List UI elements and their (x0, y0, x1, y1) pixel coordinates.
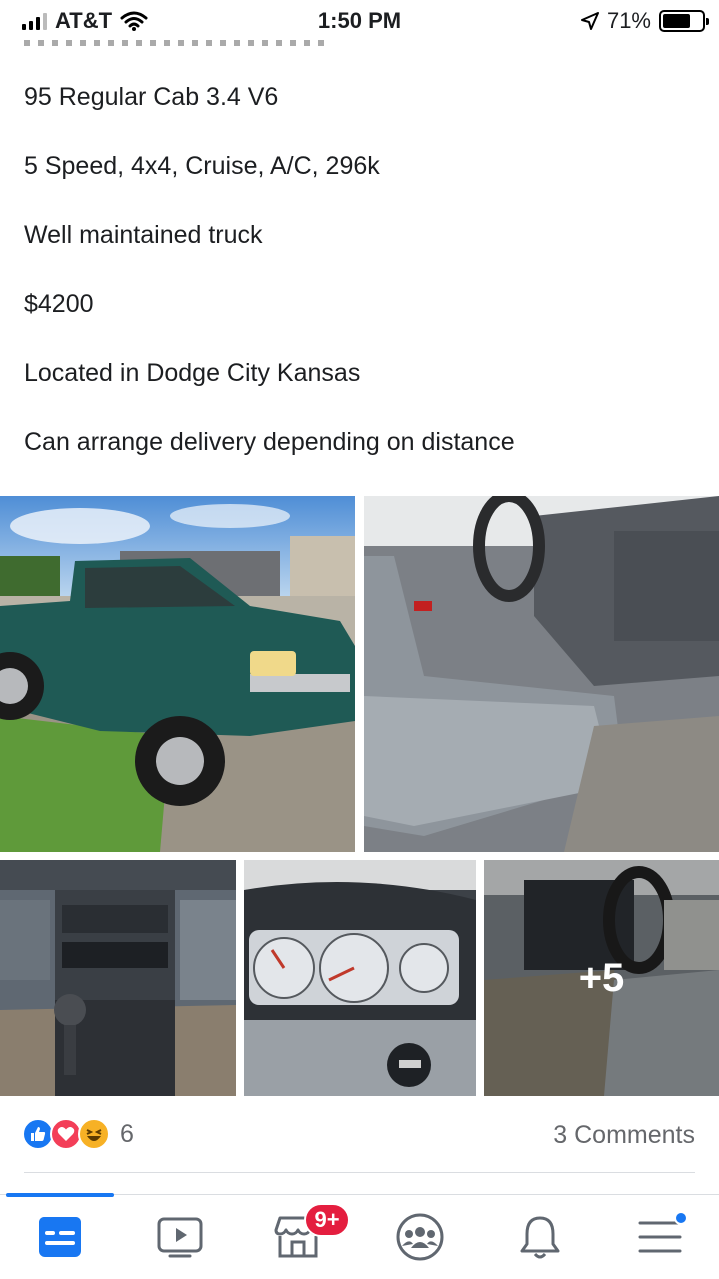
menu-notification-dot (674, 1211, 688, 1225)
photo-truck-exterior[interactable] (0, 496, 355, 852)
photo-interior-seat[interactable] (364, 496, 719, 852)
tab-groups[interactable] (390, 1211, 450, 1263)
tab-news-feed[interactable] (30, 1211, 90, 1263)
post-line: Well maintained truck (24, 221, 263, 249)
post-line: 5 Speed, 4x4, Cruise, A/C, 296k (24, 152, 380, 180)
status-bar: AT&T 1:50 PM 71% (0, 0, 719, 40)
photo-instrument-cluster[interactable] (244, 860, 476, 1096)
reactions-summary[interactable]: 6 (22, 1118, 134, 1150)
photo-driver-seat[interactable]: +5 (484, 860, 719, 1096)
battery-percent: 71% (606, 8, 651, 33)
post-line: Can arrange delivery depending on distan… (24, 428, 515, 456)
marketplace-badge: 9+ (304, 1203, 350, 1237)
post-line: $4200 (24, 290, 94, 318)
bell-icon (520, 1216, 560, 1259)
more-photos-count: +5 (578, 955, 625, 1000)
bottom-tab-bar: 9+ (0, 1193, 719, 1279)
tab-notifications[interactable] (510, 1211, 570, 1263)
reaction-count: 6 (120, 1119, 134, 1148)
post-line: Located in Dodge City Kansas (24, 359, 361, 387)
watch-video-icon (157, 1217, 203, 1258)
active-tab-indicator (6, 1193, 114, 1197)
news-feed-icon (39, 1217, 81, 1257)
haha-icon (78, 1118, 110, 1150)
clipped-text-line (24, 40, 324, 46)
divider (24, 1172, 695, 1173)
comments-link[interactable]: 3 Comments (553, 1121, 695, 1150)
groups-icon (396, 1213, 444, 1261)
battery-icon (659, 10, 709, 32)
photo-center-console[interactable] (0, 860, 236, 1096)
location-arrow-icon (580, 12, 599, 30)
post-line: 95 Regular Cab 3.4 V6 (24, 83, 279, 111)
status-right: 71% (580, 8, 709, 34)
tab-watch[interactable] (150, 1211, 210, 1263)
battery-fill (663, 14, 690, 28)
more-photos-overlay[interactable]: +5 (484, 860, 719, 1096)
